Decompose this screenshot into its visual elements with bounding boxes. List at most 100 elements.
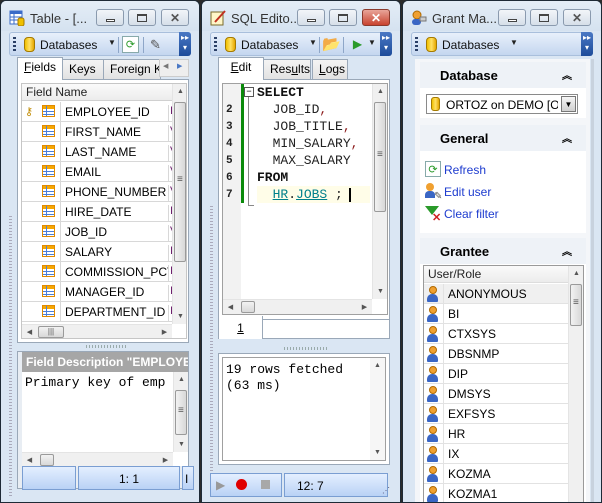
list-item[interactable]: EXFSYS (424, 404, 568, 424)
title-bar[interactable]: Table - [... ✕ (1, 1, 199, 31)
table-row[interactable]: COMMISSION_PCTI (22, 262, 172, 282)
table-row[interactable]: JOB_IDV (22, 222, 172, 242)
code-line[interactable]: JOB_TITLE, (257, 119, 387, 136)
list-item[interactable]: DMSYS (424, 384, 568, 404)
tab-edit[interactable]: Edit (218, 57, 264, 80)
toolbar-overflow-button[interactable]: ▸▸ ▾ (179, 32, 191, 56)
table-row[interactable]: PHONE_NUMBERV (22, 182, 172, 202)
maximize-button[interactable] (128, 9, 156, 26)
scroll-down-icon[interactable]: ▼ (373, 284, 387, 299)
tab-foreign-keys[interactable]: Foreign Ke (103, 59, 161, 79)
scroll-down-icon[interactable]: ▼ (173, 309, 186, 324)
scroll-right-icon[interactable]: ▶ (357, 300, 372, 314)
scroll-up-icon[interactable]: ▲ (373, 84, 387, 99)
record-icon[interactable] (236, 479, 247, 490)
messages-log[interactable]: 19 rows fetched (63 ms) ▲ ▼ (222, 357, 386, 461)
vertical-scrollbar[interactable]: ▲ ▼ (370, 358, 385, 460)
chevron-down-icon[interactable]: ▼ (309, 38, 317, 47)
toolbar-grip[interactable] (214, 37, 217, 52)
maximize-button[interactable] (329, 9, 357, 26)
toolbar-grip[interactable] (415, 37, 418, 52)
open-folder-icon[interactable]: 📂 (322, 36, 341, 53)
side-splitter[interactable] (9, 216, 12, 496)
table-row[interactable]: DEPARTMENT_IDI (22, 302, 172, 322)
stop-icon[interactable] (261, 480, 270, 489)
toolbar-overflow-button[interactable]: ▸▸ ▾ (380, 32, 392, 56)
splitter-handle[interactable] (284, 347, 328, 350)
scroll-up-icon[interactable]: ▲ (174, 372, 189, 387)
table-row[interactable]: SALARYI (22, 242, 172, 262)
scroll-up-icon[interactable]: ▲ (569, 266, 583, 281)
scroll-down-icon[interactable]: ▼ (174, 437, 189, 452)
scrollbar-thumb[interactable] (40, 454, 54, 466)
table-row[interactable]: ⚷EMPLOYEE_IDI (22, 102, 172, 122)
vertical-scrollbar[interactable]: ▲ ▼ (372, 84, 387, 299)
vertical-scrollbar[interactable]: ▲ (568, 266, 583, 502)
databases-menu-button[interactable]: Databases (442, 38, 499, 52)
horizontal-scrollbar[interactable]: ◀ ▶ (223, 299, 372, 314)
list-item[interactable]: CTXSYS (424, 324, 568, 344)
minimize-button[interactable] (96, 9, 124, 26)
collapse-icon[interactable]: − (244, 87, 254, 97)
code-line[interactable]: SELECT (257, 85, 387, 102)
scroll-down-icon[interactable]: ▼ (370, 445, 385, 460)
horizontal-scrollbar[interactable]: ◀ ▶ (22, 452, 173, 467)
maximize-button[interactable] (530, 9, 558, 26)
description-editor[interactable]: Primary key of empl ▲ ▼ ◀ ▶ (22, 372, 189, 467)
column-header-user-role[interactable]: User/Role (424, 266, 568, 283)
scrollbar-thumb[interactable] (241, 301, 255, 313)
chevron-down-icon[interactable]: ▼ (108, 38, 116, 47)
list-item[interactable]: HR (424, 424, 568, 444)
title-bar[interactable]: SQL Edito... ✕ (202, 1, 400, 31)
section-header-grantee[interactable]: Grantee ︽ (420, 238, 586, 264)
list-item[interactable]: ANONYMOUS (424, 284, 568, 304)
scrollbar-thumb[interactable]: ||| (38, 326, 64, 338)
databases-menu-button[interactable]: Databases (40, 38, 97, 52)
table-row[interactable]: HIRE_DATEI (22, 202, 172, 222)
refresh-icon[interactable]: ⟳ (122, 36, 139, 53)
scroll-up-icon[interactable]: ▲ (173, 84, 186, 99)
code-line[interactable]: MAX_SALARY (257, 153, 387, 170)
table-row[interactable]: EMAILV (22, 162, 172, 182)
tab-scroll-left-icon[interactable]: ◀ (163, 62, 168, 70)
properties-icon[interactable]: ✎ (147, 36, 164, 53)
chevron-down-icon[interactable]: ▼ (510, 38, 518, 47)
title-bar[interactable]: Grant Ma... ✕ (403, 1, 601, 31)
table-row[interactable]: LAST_NAMEV (22, 142, 172, 162)
vertical-scrollbar[interactable]: ▲ ▼ (172, 84, 186, 324)
minimize-button[interactable] (498, 9, 526, 26)
scrollbar-thumb[interactable] (570, 284, 582, 326)
chevron-down-icon[interactable]: ▼ (368, 38, 376, 47)
code-line[interactable]: FROM (257, 170, 387, 187)
code-line[interactable]: HR.JOBS ; (257, 187, 387, 204)
tab-scroll-right-icon[interactable]: ▶ (177, 62, 182, 70)
databases-menu-button[interactable]: Databases (241, 38, 298, 52)
scrollbar-thumb[interactable] (174, 102, 186, 262)
list-item[interactable]: DIP (424, 364, 568, 384)
editor-page-tab[interactable]: 1 (219, 316, 263, 339)
scroll-left-icon[interactable]: ◀ (22, 325, 37, 338)
code-line[interactable]: MIN_SALARY, (257, 136, 387, 153)
section-header-database[interactable]: Database ︽ (420, 62, 586, 88)
table-row[interactable]: MANAGER_IDI (22, 282, 172, 302)
close-button[interactable]: ✕ (362, 9, 390, 26)
tab-logs[interactable]: Logs (312, 59, 348, 79)
scrollbar-thumb[interactable] (374, 102, 386, 212)
scroll-up-icon[interactable]: ▲ (370, 358, 385, 373)
tab-keys[interactable]: Keys (62, 59, 104, 79)
minimize-button[interactable] (297, 9, 325, 26)
collapse-chevron-icon[interactable]: ︽ (562, 243, 572, 258)
scroll-right-icon[interactable]: ▶ (157, 325, 172, 338)
close-button[interactable]: ✕ (563, 9, 591, 26)
scroll-left-icon[interactable]: ◀ (223, 300, 238, 314)
side-splitter[interactable] (210, 206, 213, 496)
list-item[interactable]: KOZMA1 (424, 484, 568, 502)
toolbar-overflow-button[interactable]: ▸▸ ▾ (581, 32, 593, 56)
splitter-handle[interactable] (86, 345, 126, 348)
chevron-down-icon[interactable]: ▼ (561, 96, 576, 112)
resize-grip-icon[interactable]: ⋰ (382, 486, 390, 495)
tab-results[interactable]: Results (263, 59, 311, 79)
list-item[interactable]: BI (424, 304, 568, 324)
toolbar-grip[interactable] (13, 37, 16, 52)
section-header-general[interactable]: General ︽ (420, 125, 586, 151)
